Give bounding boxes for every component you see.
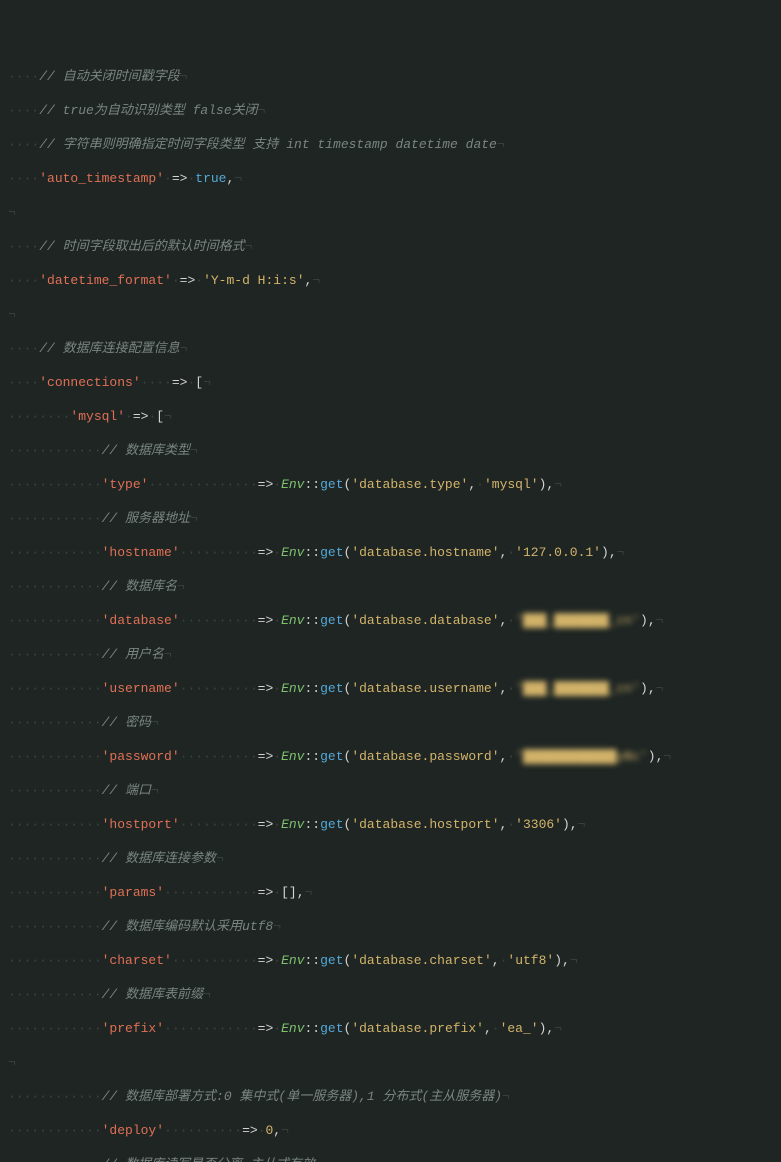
code-line: ············// 数据库表前缀¬ (8, 986, 773, 1003)
code-line: ············'password'··········=>·Env::… (8, 748, 773, 765)
method-call: get (320, 749, 343, 764)
code-line: ····// true为自动识别类型 false关闭¬ (8, 102, 773, 119)
comment: // 用户名 (102, 647, 164, 662)
class-ref: Env (281, 749, 304, 764)
string-value: 'database.hostname' (351, 545, 499, 560)
method-call: get (320, 817, 343, 832)
comment: // 端口 (102, 783, 151, 798)
comment: // 数据库部署方式:0 集中式(单一服务器),1 分布式(主从服务器) (102, 1089, 502, 1104)
config-key: 'connections' (39, 375, 140, 390)
code-line: ············// 数据库编码默认采用utf8¬ (8, 918, 773, 935)
string-value: 'database.password' (351, 749, 499, 764)
code-line: ············'username'··········=>·Env::… (8, 680, 773, 697)
config-key: 'params' (102, 885, 164, 900)
config-key: 'auto_timestamp' (39, 171, 164, 186)
comment: // 数据库连接参数 (102, 851, 216, 866)
string-value: 'database.username' (351, 681, 499, 696)
code-line: ····'connections'····=>·[¬ (8, 374, 773, 391)
class-ref: Env (281, 545, 304, 560)
code-line: ····// 字符串则明确指定时间字段类型 支持 int timestamp d… (8, 136, 773, 153)
class-ref: Env (281, 953, 304, 968)
comment: // 字符串则明确指定时间字段类型 支持 int timestamp datet… (39, 137, 497, 152)
code-line: ¬ (8, 1054, 773, 1071)
comment: // 数据库类型 (102, 443, 190, 458)
comment: // 数据库连接配置信息 (39, 341, 179, 356)
code-line: ············// 服务器地址¬ (8, 510, 773, 527)
config-key: 'deploy' (102, 1123, 164, 1138)
comment: // 数据库表前缀 (102, 987, 203, 1002)
bool-value: true (195, 171, 226, 186)
code-line: ············// 密码¬ (8, 714, 773, 731)
config-key: 'username' (102, 681, 180, 696)
code-line: ············// 数据库类型¬ (8, 442, 773, 459)
class-ref: Env (281, 1021, 304, 1036)
class-ref: Env (281, 477, 304, 492)
method-call: get (320, 953, 343, 968)
code-line: ············'database'··········=>·Env::… (8, 612, 773, 629)
comment: // 密码 (102, 715, 151, 730)
class-ref: Env (281, 817, 304, 832)
string-value-redacted: '████████████yBc' (515, 749, 648, 764)
method-call: get (320, 613, 343, 628)
code-line: ····// 自动关闭时间戳字段¬ (8, 68, 773, 85)
code-line: ············// 数据库读写是否分离 主从式有效¬ (8, 1156, 773, 1162)
comment: // 数据库编码默认采用utf8 (102, 919, 274, 934)
class-ref: Env (281, 613, 304, 628)
code-line: ············// 数据库部署方式:0 集中式(单一服务器),1 分布… (8, 1088, 773, 1105)
config-key: 'mysql' (70, 409, 125, 424)
code-line: ············'params'············=>·[],¬ (8, 884, 773, 901)
config-key: 'prefix' (102, 1021, 164, 1036)
code-line: ············'hostport'··········=>·Env::… (8, 816, 773, 833)
code-line: ············// 端口¬ (8, 782, 773, 799)
code-line: ¬ (8, 204, 773, 221)
comment: // 数据库名 (102, 579, 177, 594)
code-line: ····'auto_timestamp'·=>·true,¬ (8, 170, 773, 187)
class-ref: Env (281, 681, 304, 696)
code-line: ····'datetime_format'·=>·'Y-m-d H:i:s',¬ (8, 272, 773, 289)
code-line: ············'prefix'············=>·Env::… (8, 1020, 773, 1037)
method-call: get (320, 477, 343, 492)
string-value: 'database.charset' (351, 953, 491, 968)
string-value: 'Y-m-d H:i:s' (203, 273, 304, 288)
code-line: ············// 用户名¬ (8, 646, 773, 663)
config-key: 'charset' (102, 953, 172, 968)
string-value: 'utf8' (507, 953, 554, 968)
method-call: get (320, 1021, 343, 1036)
string-value: '127.0.0.1' (515, 545, 601, 560)
config-key: 'datetime_format' (39, 273, 172, 288)
number-value: 0 (265, 1123, 273, 1138)
string-value: 'database.hostport' (351, 817, 499, 832)
config-key: 'type' (102, 477, 149, 492)
comment: // 数据库读写是否分离 主从式有效 (102, 1157, 315, 1162)
string-value: 'database.database' (351, 613, 499, 628)
code-line: ····// 数据库连接配置信息¬ (8, 340, 773, 357)
method-call: get (320, 545, 343, 560)
string-value: 'mysql' (484, 477, 539, 492)
comment: // 时间字段取出后的默认时间格式 (39, 239, 244, 254)
config-key: 'hostport' (102, 817, 180, 832)
comment: // 自动关闭时间戳字段 (39, 69, 179, 84)
code-line: ············'type'··············=>·Env::… (8, 476, 773, 493)
code-line: ¬ (8, 306, 773, 323)
string-value: '3306' (515, 817, 562, 832)
string-value: 'ea_' (500, 1021, 539, 1036)
code-line: ············// 数据库连接参数¬ (8, 850, 773, 867)
code-line: ············'charset'···········=>·Env::… (8, 952, 773, 969)
config-key: 'password' (102, 749, 180, 764)
config-key: 'database' (102, 613, 180, 628)
string-value-redacted: '███_███████_cn' (515, 613, 640, 628)
config-key: 'hostname' (102, 545, 180, 560)
string-value-redacted: '███_███████_cn' (515, 681, 640, 696)
method-call: get (320, 681, 343, 696)
comment: // 服务器地址 (102, 511, 190, 526)
string-value: 'database.type' (351, 477, 468, 492)
comment: // true为自动识别类型 false关闭 (39, 103, 257, 118)
code-line: ········'mysql'·=>·[¬ (8, 408, 773, 425)
code-line: ············'deploy'··········=>·0,¬ (8, 1122, 773, 1139)
string-value: 'database.prefix' (351, 1021, 484, 1036)
code-line: ····// 时间字段取出后的默认时间格式¬ (8, 238, 773, 255)
code-line: ············'hostname'··········=>·Env::… (8, 544, 773, 561)
